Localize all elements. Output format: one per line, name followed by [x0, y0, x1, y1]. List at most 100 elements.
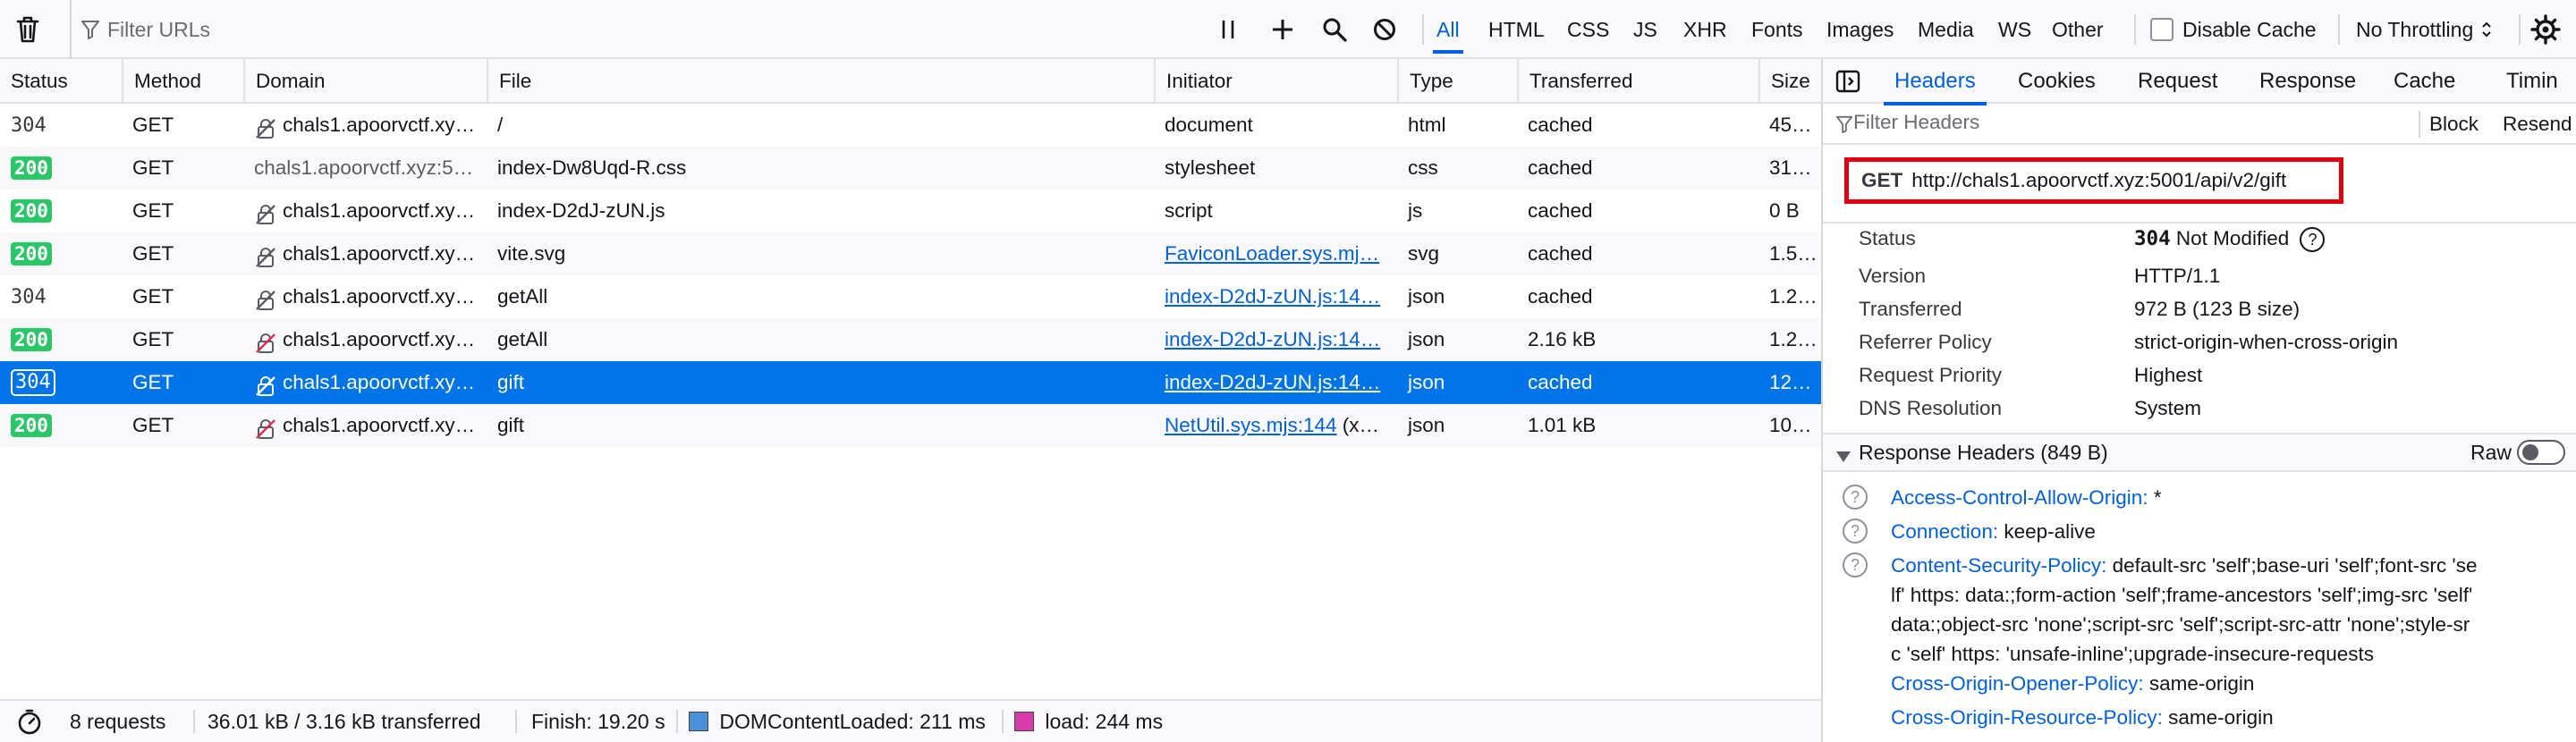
block-button[interactable]: Block [2429, 104, 2479, 145]
transferred-cell: 2.16 kB [1528, 328, 1597, 350]
initiator-link[interactable]: FaviconLoader.sys.mj… [1165, 242, 1379, 265]
filter-images[interactable]: Images [1819, 13, 1901, 46]
gear-icon [2529, 13, 2562, 46]
column-header-size[interactable]: Size [1758, 59, 1821, 104]
column-header-type[interactable]: Type [1397, 59, 1517, 104]
insecure-lock-icon [254, 113, 277, 139]
filter-fonts[interactable]: Fonts [1744, 13, 1810, 46]
tab-timings[interactable]: Timin [2506, 59, 2558, 104]
help-icon[interactable]: ? [1843, 485, 1868, 510]
plus-icon [1270, 17, 1295, 42]
filter-xhr[interactable]: XHR [1676, 13, 1734, 46]
tab-headers[interactable]: Headers [1884, 59, 1987, 105]
filter-js[interactable]: JS [1626, 13, 1665, 46]
updown-chevron-icon [2480, 20, 2493, 39]
domain-cell: chals1.apoorvctf.xy… [243, 275, 487, 318]
filter-urls-box[interactable] [70, 0, 1188, 59]
filter-ws[interactable]: WS [1991, 13, 2038, 46]
tab-cache[interactable]: Cache [2394, 59, 2455, 104]
search-button[interactable] [1322, 0, 1347, 59]
table-row[interactable]: 200 GET chals1.apoorvctf.xyz:5… index-Dw8Uq… [0, 147, 1821, 190]
status-code: 304 [11, 286, 47, 308]
tab-cookies[interactable]: Cookies [2018, 59, 2096, 104]
checkbox-box[interactable] [2150, 18, 2174, 41]
pause-icon [1218, 17, 1238, 42]
clear-button[interactable] [14, 0, 41, 59]
info-value-version: HTTP/1.1 [2134, 265, 2221, 287]
header-cross-origin-opener-policy: Cross-Origin-Opener-Policy: same-origin [1891, 669, 2571, 698]
network-toolbar: All HTML CSS JS XHR Fonts Images Media W… [0, 0, 2576, 59]
disable-cache-checkbox[interactable]: Disable Cache [2150, 0, 2317, 59]
table-row[interactable]: 200 GET chals1.apoorvctf.xy… index-D2dJ-zUN… [0, 190, 1821, 232]
pause-button[interactable] [1218, 0, 1238, 59]
initiator-link[interactable]: index-D2dJ-zUN.js:14… [1165, 328, 1380, 350]
status-code: 304 [11, 369, 55, 396]
info-key-request-priority: Request Priority [1859, 364, 2003, 386]
type-cell: css [1408, 156, 1438, 179]
resend-button[interactable]: Resend [2503, 104, 2572, 145]
response-headers-section[interactable]: Response Headers (849 B) Raw [1823, 433, 2576, 472]
status-code: 200 [11, 199, 52, 223]
table-row[interactable]: 200 GET chals1.apoorvctf.xy… vite.svg Favico… [0, 232, 1821, 275]
toolbar-divider [2338, 14, 2340, 45]
domain-text: chals1.apoorvctf.xy… [283, 114, 476, 136]
performance-button[interactable] [16, 701, 43, 742]
filter-headers-input[interactable] [1853, 111, 2390, 134]
filter-media[interactable]: Media [1911, 13, 1981, 46]
initiator-link[interactable]: index-D2dJ-zUN.js:14… [1165, 285, 1380, 308]
header-cross-origin-resource-policy: Cross-Origin-Resource-Policy: same-origi… [1891, 703, 2571, 732]
filter-headers-bar: Block Resend [1823, 104, 2576, 145]
filter-html[interactable]: HTML [1481, 13, 1552, 46]
info-key-transferred: Transferred [1859, 298, 1962, 320]
table-row[interactable]: 200 GET chals1.apoorvctf.xy… getAll index-D2… [0, 318, 1821, 361]
initiator-cell: NetUtil.sys.mjs:144 (x… [1154, 404, 1397, 447]
column-header-initiator[interactable]: Initiator [1154, 59, 1397, 104]
throttling-select[interactable]: No Throttling [2356, 0, 2493, 59]
table-row[interactable]: 304 GET chals1.apoorvctf.xy… getAll index-D2… [0, 275, 1821, 318]
filter-urls-input[interactable] [107, 17, 1136, 42]
transferred-cell: cached [1528, 199, 1593, 222]
method-cell: GET [132, 242, 174, 265]
method-cell: GET [132, 414, 174, 436]
tab-request[interactable]: Request [2138, 59, 2217, 104]
file-cell: / [497, 114, 504, 136]
column-header-file[interactable]: File [487, 59, 1154, 104]
type-cell: html [1408, 114, 1446, 136]
status-code: 200 [11, 242, 52, 266]
toggle-panel-button[interactable] [1835, 59, 1860, 104]
help-icon[interactable]: ? [2300, 227, 2326, 253]
table-row[interactable]: 304 GET chals1.apoorvctf.xy… / document html c… [0, 104, 1821, 147]
status-cell: 200 [0, 147, 122, 190]
new-request-button[interactable] [1270, 0, 1295, 59]
status-code: 200 [11, 156, 52, 180]
initiator-link[interactable]: NetUtil.sys.mjs:144 [1165, 414, 1337, 436]
column-header-domain[interactable]: Domain [243, 59, 487, 104]
transferred-summary: 36.01 kB / 3.16 kB transferred [208, 710, 481, 733]
status-cell: 200 [0, 190, 122, 232]
header-value: default-src 'self';base-uri 'self';font-… [2112, 554, 2478, 577]
table-row[interactable]: 200 GET chals1.apoorvctf.xy… gift NetUtil.sy… [0, 404, 1821, 447]
status-divider [1002, 710, 1004, 733]
column-header-transferred[interactable]: Transferred [1517, 59, 1758, 104]
status-bar: 8 requests 36.01 kB / 3.16 kB transferre… [0, 699, 1821, 742]
initiator-link[interactable]: index-D2dJ-zUN.js:14… [1165, 371, 1380, 393]
column-header-method[interactable]: Method [122, 59, 243, 104]
column-header-status[interactable]: Status [0, 59, 122, 104]
table-row[interactable]: 304 GET chals1.apoorvctf.xy… gift index-D2dJ… [0, 361, 1821, 404]
size-cell: 1.2… [1769, 285, 1818, 308]
tab-response[interactable]: Response [2259, 59, 2356, 104]
help-icon[interactable]: ? [1843, 519, 1868, 544]
raw-toggle[interactable] [2517, 440, 2565, 465]
collapse-triangle-icon [1835, 445, 1852, 469]
filter-all[interactable]: All [1429, 13, 1467, 54]
network-settings-button[interactable] [2529, 0, 2562, 59]
help-icon[interactable]: ? [1843, 552, 1868, 578]
filter-css[interactable]: CSS [1560, 13, 1616, 46]
type-cell: json [1408, 414, 1445, 436]
filter-other[interactable]: Other [2045, 13, 2111, 46]
info-value-status: 304 Not Modified ? [2134, 227, 2326, 253]
dcl-swatch [689, 712, 708, 732]
block-urls-button[interactable] [1372, 0, 1397, 59]
request-url[interactable]: http://chals1.apoorvctf.xyz:5001/api/v2/… [1911, 169, 2286, 192]
initiator-suffix: (x… [1336, 414, 1380, 436]
